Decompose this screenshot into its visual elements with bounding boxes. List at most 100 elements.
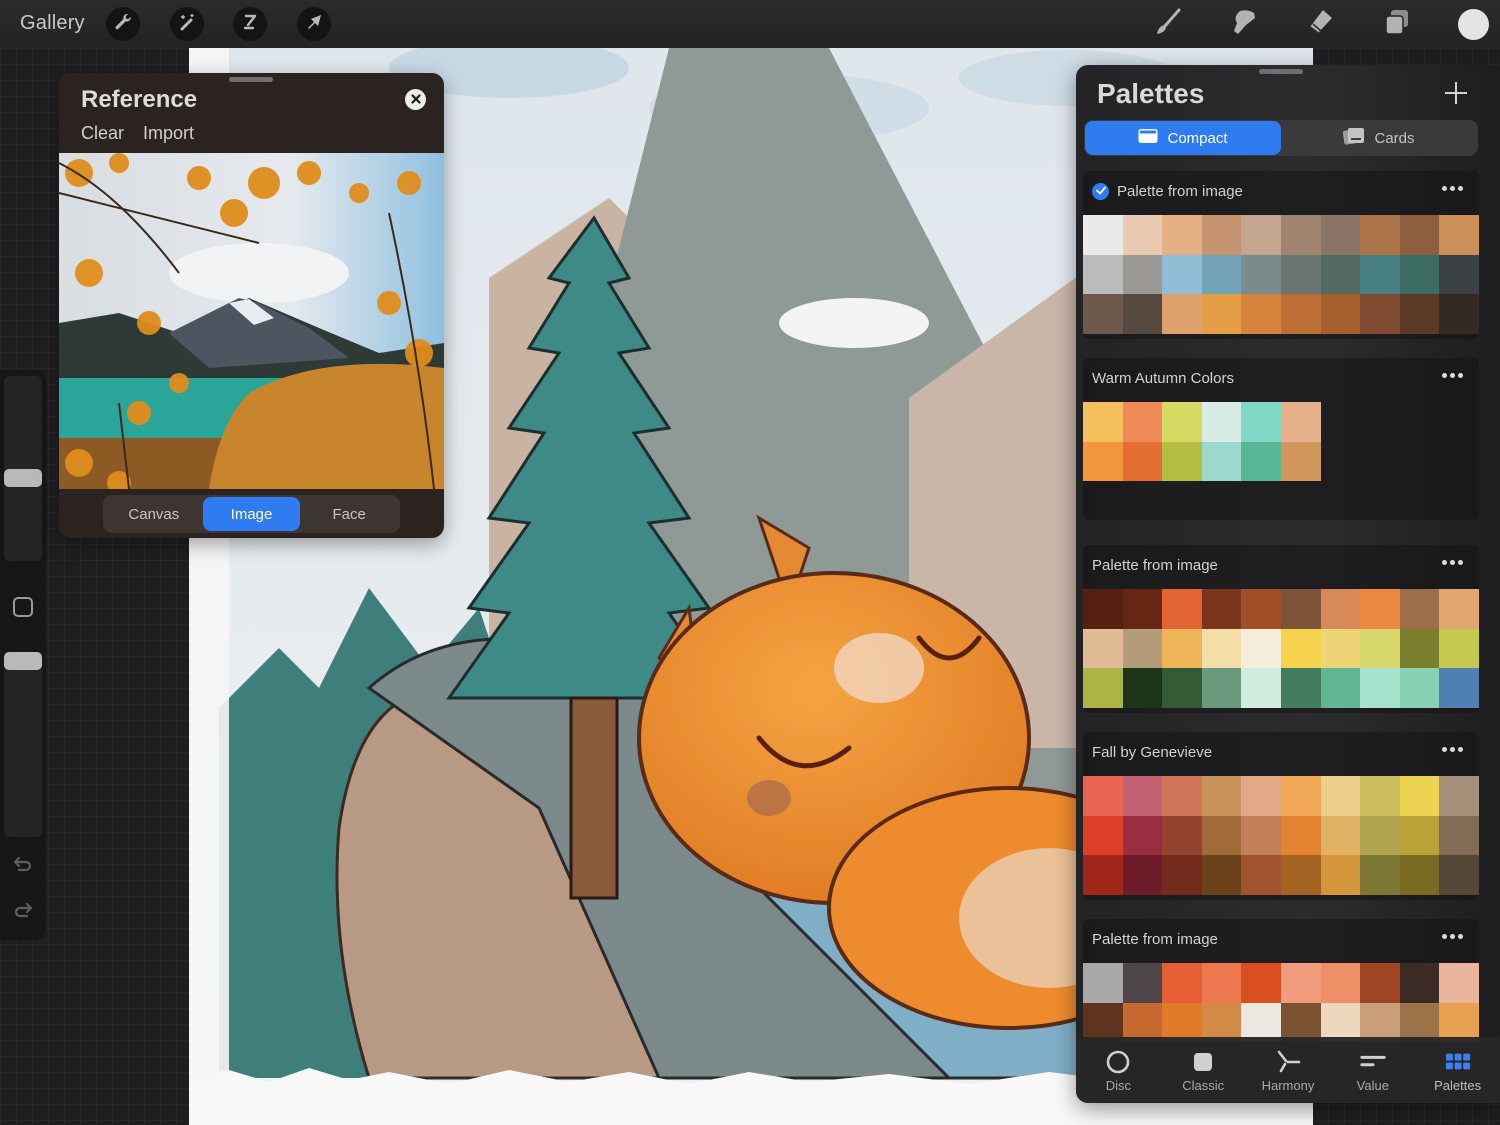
color-swatch[interactable] xyxy=(1241,441,1281,481)
actions-button[interactable] xyxy=(106,7,140,41)
color-swatch[interactable] xyxy=(1201,402,1242,442)
tab-harmony[interactable]: Harmony xyxy=(1246,1037,1331,1103)
palette-name[interactable]: Palette from image xyxy=(1092,931,1218,948)
color-swatch[interactable] xyxy=(1360,628,1400,668)
color-swatch[interactable] xyxy=(1439,668,1479,708)
palettes-drag-handle[interactable] xyxy=(1259,69,1303,74)
opacity-thumb[interactable] xyxy=(4,652,42,670)
color-swatch[interactable] xyxy=(1201,215,1242,255)
color-swatch[interactable] xyxy=(1241,402,1281,442)
color-swatch[interactable] xyxy=(1399,815,1440,855)
color-swatch[interactable] xyxy=(1360,668,1400,708)
layers-tool[interactable] xyxy=(1381,8,1413,40)
color-swatch[interactable] xyxy=(1083,589,1123,629)
eraser-tool[interactable] xyxy=(1304,8,1336,40)
color-swatch[interactable] xyxy=(1122,441,1163,481)
color-swatch[interactable] xyxy=(1083,628,1123,668)
view-compact-button[interactable]: Compact xyxy=(1085,121,1281,155)
color-swatch[interactable] xyxy=(1201,855,1242,895)
color-swatch[interactable] xyxy=(1360,855,1400,895)
reference-close-button[interactable] xyxy=(405,89,426,110)
color-swatch[interactable] xyxy=(1320,776,1361,816)
tab-canvas[interactable]: Canvas xyxy=(105,497,203,531)
color-swatch[interactable] xyxy=(1122,589,1163,629)
color-swatch[interactable] xyxy=(1241,776,1281,816)
palette-more-button[interactable] xyxy=(1440,558,1465,567)
color-swatch[interactable] xyxy=(1320,215,1361,255)
view-cards-button[interactable]: Cards xyxy=(1281,121,1477,155)
current-color-button[interactable] xyxy=(1458,9,1489,40)
color-swatch[interactable] xyxy=(1083,815,1123,855)
color-swatch[interactable] xyxy=(1201,294,1242,334)
color-swatch[interactable] xyxy=(1320,294,1361,334)
color-swatch[interactable] xyxy=(1320,254,1361,294)
color-swatch[interactable] xyxy=(1122,628,1163,668)
palette-name[interactable]: Palette from image xyxy=(1117,183,1243,200)
color-swatch[interactable] xyxy=(1122,215,1163,255)
color-swatch[interactable] xyxy=(1280,254,1321,294)
color-swatch[interactable] xyxy=(1439,815,1479,855)
palette-card[interactable]: Palette from image xyxy=(1083,919,1479,1049)
color-swatch[interactable] xyxy=(1439,963,1479,1003)
color-swatch[interactable] xyxy=(1439,294,1479,334)
color-swatch[interactable] xyxy=(1399,963,1440,1003)
color-swatch[interactable] xyxy=(1241,589,1281,629)
color-swatch[interactable] xyxy=(1280,815,1321,855)
color-swatch[interactable] xyxy=(1083,441,1123,481)
palette-name[interactable]: Warm Autumn Colors xyxy=(1092,370,1234,387)
palette-name[interactable]: Palette from image xyxy=(1092,557,1218,574)
modify-button[interactable] xyxy=(13,597,33,617)
color-swatch[interactable] xyxy=(1162,628,1202,668)
color-swatch[interactable] xyxy=(1241,294,1281,334)
color-swatch[interactable] xyxy=(1241,815,1281,855)
brush-tool[interactable] xyxy=(1151,8,1183,40)
color-swatch[interactable] xyxy=(1201,441,1242,481)
color-swatch[interactable] xyxy=(1399,668,1440,708)
color-swatch[interactable] xyxy=(1439,776,1479,816)
color-swatch[interactable] xyxy=(1399,628,1440,668)
color-swatch[interactable] xyxy=(1280,668,1321,708)
color-swatch[interactable] xyxy=(1201,776,1242,816)
color-swatch[interactable] xyxy=(1122,855,1163,895)
color-swatch[interactable] xyxy=(1399,294,1440,334)
color-swatch[interactable] xyxy=(1360,776,1400,816)
color-swatch[interactable] xyxy=(1162,215,1202,255)
color-swatch[interactable] xyxy=(1122,963,1163,1003)
color-swatch[interactable] xyxy=(1083,668,1123,708)
selection-button[interactable] xyxy=(233,7,267,41)
color-swatch[interactable] xyxy=(1360,254,1400,294)
add-palette-button[interactable] xyxy=(1442,79,1470,107)
color-swatch[interactable] xyxy=(1241,855,1281,895)
color-swatch[interactable] xyxy=(1280,776,1321,816)
color-swatch[interactable] xyxy=(1201,963,1242,1003)
color-swatch[interactable] xyxy=(1280,963,1321,1003)
tab-disc[interactable]: Disc xyxy=(1076,1037,1161,1103)
color-swatch[interactable] xyxy=(1083,402,1123,442)
color-swatch[interactable] xyxy=(1439,254,1479,294)
color-swatch[interactable] xyxy=(1122,815,1163,855)
color-swatch[interactable] xyxy=(1241,254,1281,294)
opacity-slider[interactable] xyxy=(4,652,42,837)
color-swatch[interactable] xyxy=(1201,668,1242,708)
color-swatch[interactable] xyxy=(1083,294,1123,334)
color-swatch[interactable] xyxy=(1201,254,1242,294)
palette-card[interactable]: Warm Autumn Colors xyxy=(1083,358,1479,520)
color-swatch[interactable] xyxy=(1399,215,1440,255)
color-swatch[interactable] xyxy=(1162,815,1202,855)
color-swatch[interactable] xyxy=(1241,668,1281,708)
tab-value[interactable]: Value xyxy=(1330,1037,1415,1103)
color-swatch[interactable] xyxy=(1083,776,1123,816)
color-swatch[interactable] xyxy=(1360,294,1400,334)
color-swatch[interactable] xyxy=(1280,441,1321,481)
redo-button[interactable] xyxy=(11,900,35,924)
color-swatch[interactable] xyxy=(1083,254,1123,294)
color-swatch[interactable] xyxy=(1162,963,1202,1003)
transform-button[interactable] xyxy=(297,7,331,41)
palette-name[interactable]: Fall by Genevieve xyxy=(1092,744,1212,761)
gallery-button[interactable]: Gallery xyxy=(20,12,85,35)
color-swatch[interactable] xyxy=(1439,215,1479,255)
palette-card[interactable]: Palette from image xyxy=(1083,545,1479,713)
adjustments-button[interactable] xyxy=(170,7,204,41)
color-swatch[interactable] xyxy=(1360,215,1400,255)
color-swatch[interactable] xyxy=(1122,668,1163,708)
